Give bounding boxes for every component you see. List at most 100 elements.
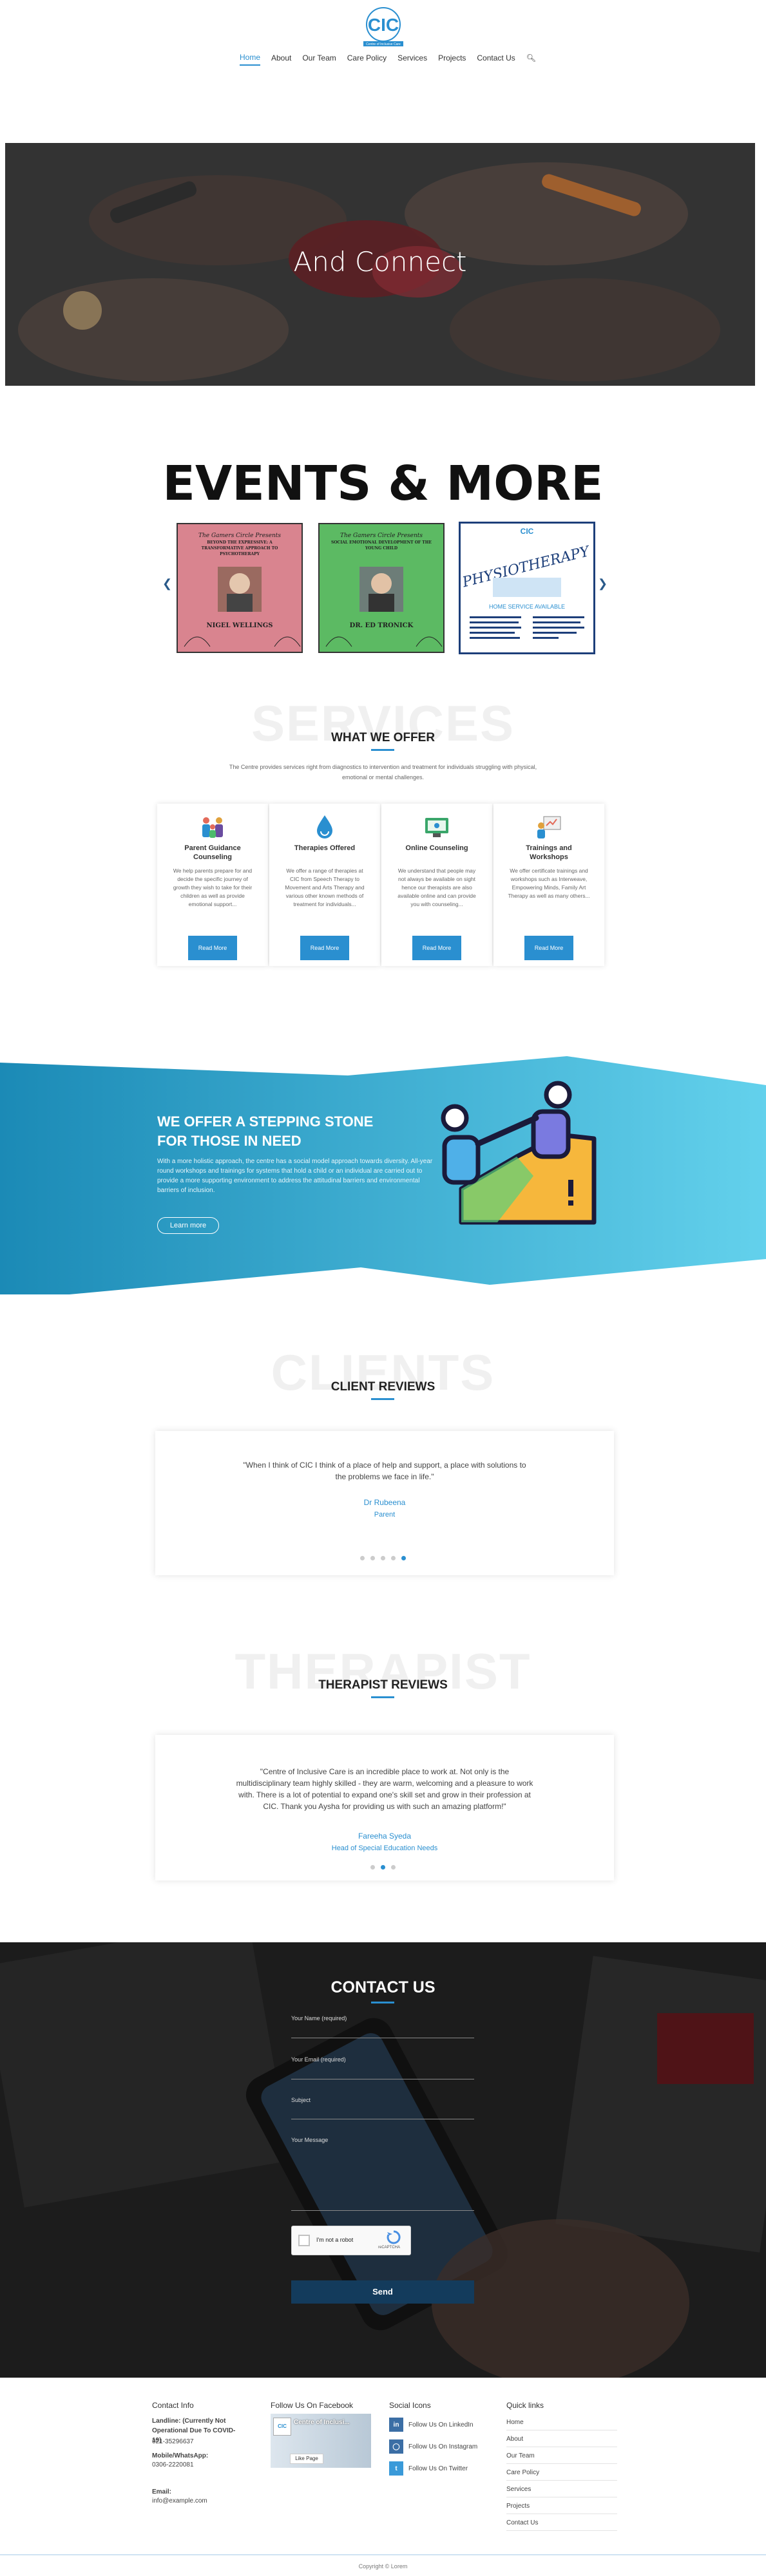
- carousel-dot[interactable]: [381, 1556, 385, 1560]
- phone-laptop-photo: [0, 1942, 766, 2378]
- social-linkedin-label: Follow Us On LinkedIn: [408, 2421, 474, 2429]
- read-more-button[interactable]: Read More: [300, 936, 349, 960]
- reviewer-name: Dr Rubeena: [363, 1498, 406, 1507]
- card-title: Parent Guidance Counseling: [184, 844, 241, 861]
- landline-number: 021-35296637: [152, 2438, 194, 2445]
- clients-underline: [371, 1398, 394, 1400]
- therapists-underline: [371, 1696, 394, 1698]
- nav-our-team[interactable]: Our Team: [302, 53, 336, 65]
- read-more-button[interactable]: Read More: [412, 936, 461, 960]
- climbing-helper-illustration: [441, 1081, 597, 1225]
- poster-subtitle: HOME SERVICE AVAILABLE: [489, 603, 565, 610]
- review-quote: "Centre of Inclusive Care is an incredib…: [236, 1767, 533, 1811]
- nav-services[interactable]: Services: [397, 53, 427, 65]
- recaptcha-label: I'm not a robot: [316, 2237, 354, 2243]
- recaptcha-logo-icon: [387, 2230, 401, 2244]
- carousel-dot-active[interactable]: [401, 1556, 406, 1560]
- search-icon[interactable]: 🔍︎: [526, 53, 536, 65]
- email-label: Email:: [152, 2488, 172, 2496]
- reviewer-name: Fareeha Syeda: [358, 1832, 412, 1841]
- quick-link-services[interactable]: Services: [506, 2482, 617, 2497]
- nav-projects[interactable]: Projects: [438, 53, 466, 65]
- cic-logo[interactable]: CIC Centre of Inclusive Care: [350, 5, 416, 48]
- learn-more-button[interactable]: Learn more: [157, 1217, 219, 1234]
- card-title: Therapies Offered: [294, 844, 356, 852]
- facebook-avatar: CIC: [273, 2418, 291, 2436]
- mobile-number: 0306-2220081: [152, 2461, 194, 2468]
- card-text: We offer certificate trainings and works…: [508, 867, 590, 899]
- card-text: We help parents prepare for and decide t…: [173, 867, 253, 907]
- therapy-drop-icon: [317, 815, 332, 838]
- facebook-heading: Follow Us On Facebook: [271, 2401, 354, 2410]
- quick-link-about[interactable]: About: [506, 2432, 617, 2447]
- event-poster-nigel[interactable]: The Gamers Circle Presents BEYOND THE EX…: [177, 523, 303, 653]
- carousel-dot[interactable]: [360, 1556, 365, 1560]
- nav-contact-us[interactable]: Contact Us: [477, 53, 515, 65]
- carousel-dot[interactable]: [370, 1865, 375, 1870]
- social-icons-heading: Social Icons: [389, 2401, 431, 2410]
- quick-link-our-team[interactable]: Our Team: [506, 2448, 617, 2464]
- facebook-page-name[interactable]: Centre of Inclusi...: [294, 2419, 350, 2426]
- poster-name: DR. ED TRONICK: [350, 622, 414, 629]
- card-text: We offer a range of therapies at CIC fro…: [285, 867, 365, 907]
- reviewer-role: Head of Special Education Needs: [331, 1844, 438, 1852]
- logo-text: CIC: [368, 15, 399, 35]
- stepping-title: WE OFFER A STEPPING STONE FOR THOSE IN N…: [157, 1113, 374, 1149]
- facebook-page-widget[interactable]: CIC Centre of Inclusi... Like Page: [271, 2414, 371, 2468]
- message-textarea[interactable]: [291, 2210, 474, 2211]
- email-address[interactable]: info@example.com: [152, 2496, 207, 2506]
- quick-link-home[interactable]: Home: [506, 2415, 617, 2430]
- social-twitter[interactable]: t Follow Us On Twitter: [389, 2460, 468, 2477]
- family-icon: [202, 817, 223, 838]
- carousel-dot[interactable]: [391, 1865, 396, 1870]
- contact-section: [0, 1942, 766, 2378]
- therapist-reviews-title: THERAPIST REVIEWS: [318, 1678, 448, 1692]
- main-nav: Home About Our Team Care Policy Services…: [240, 52, 536, 67]
- event-poster-physiotherapy[interactable]: CIC PHYSIOTHERAPY HOME SERVICE AVAILABLE: [459, 522, 595, 654]
- quick-links-heading: Quick links: [506, 2401, 544, 2410]
- send-button[interactable]: Send: [291, 2280, 474, 2304]
- services-underline: [371, 749, 394, 751]
- recaptcha-checkbox[interactable]: [298, 2235, 310, 2246]
- carousel-dot[interactable]: [391, 1556, 396, 1560]
- social-twitter-label: Follow Us On Twitter: [408, 2465, 468, 2472]
- poster-art: The Gamers Circle Presents BEYOND THE EX…: [178, 524, 302, 652]
- nav-care-policy[interactable]: Care Policy: [347, 53, 387, 65]
- poster-header: The Gamers Circle Presents: [340, 533, 423, 539]
- read-more-button[interactable]: Read More: [188, 936, 237, 960]
- online-chat-icon: [425, 818, 448, 837]
- quick-link-contact-us[interactable]: Contact Us: [506, 2515, 617, 2531]
- facebook-like-button[interactable]: Like Page: [290, 2454, 323, 2464]
- event-poster-tronick[interactable]: The Gamers Circle Presents SOCIAL EMOTIO…: [318, 523, 445, 653]
- quick-link-care-policy[interactable]: Care Policy: [506, 2465, 617, 2481]
- message-label: Your Message: [291, 2137, 329, 2143]
- social-instagram[interactable]: ◯ Follow Us On Instagram: [389, 2438, 477, 2455]
- workshop-board-icon: [537, 816, 561, 838]
- contact-title: CONTACT US: [330, 1978, 436, 1996]
- social-linkedin[interactable]: in Follow Us On LinkedIn: [389, 2416, 474, 2433]
- mobile-label: Mobile/WhatsApp:: [152, 2452, 209, 2459]
- footer-divider: [0, 2554, 766, 2555]
- nav-home[interactable]: Home: [240, 53, 261, 66]
- card-title: Online Counseling: [405, 844, 468, 852]
- carousel-dot-active[interactable]: [381, 1865, 385, 1870]
- poster-title: BEYOND THE EXPRESSIVE: A TRANSFORMATIVE …: [201, 540, 278, 556]
- carousel-dot[interactable]: [370, 1556, 375, 1560]
- carousel-next-icon[interactable]: ❯: [598, 577, 608, 591]
- logo-subtitle: Centre of Inclusive Care: [366, 43, 401, 46]
- hero-title: And Connect: [293, 246, 467, 278]
- service-card-parent-guidance: Parent Guidance Counseling We help paren…: [157, 804, 268, 966]
- read-more-button[interactable]: Read More: [524, 936, 573, 960]
- service-card-online-counseling: Online Counseling We understand that peo…: [381, 804, 492, 966]
- quick-link-projects[interactable]: Projects: [506, 2499, 617, 2514]
- carousel-prev-icon[interactable]: ❮: [162, 577, 172, 591]
- subject-label: Subject: [291, 2097, 311, 2103]
- nav-about[interactable]: About: [271, 53, 291, 65]
- email-label: Your Email (required): [291, 2056, 346, 2063]
- recaptcha-brand: reCAPTCHA: [378, 2246, 401, 2249]
- site-header: CIC Centre of Inclusive Care Home About …: [0, 0, 766, 77]
- therapist-review-card: "Centre of Inclusive Care is an incredib…: [155, 1735, 614, 1880]
- poster-title: SOCIAL EMOTIONAL DEVELOPMENT OF THE YOUN…: [331, 540, 432, 551]
- poster-header: The Gamers Circle Presents: [198, 533, 281, 539]
- stepping-text: With a more holistic approach, the centr…: [157, 1158, 433, 1194]
